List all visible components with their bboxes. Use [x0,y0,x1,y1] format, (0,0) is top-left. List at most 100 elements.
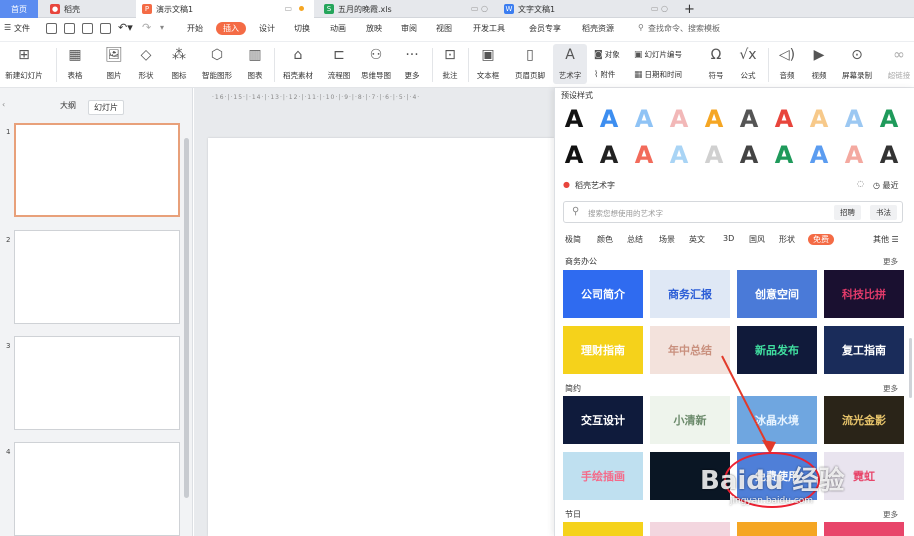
table-button[interactable]: ▦ 表格 [60,46,90,81]
slide-thumbnail-1[interactable] [14,123,180,217]
wordart-card[interactable] [650,522,730,536]
tab-outline[interactable]: 大纲 [60,100,76,111]
tab-controls-icon[interactable]: ▭ ○ [471,4,488,13]
wordart-preset-style[interactable]: A [734,104,764,134]
menu-file[interactable]: 文件 [14,23,30,34]
wordart-preset-style[interactable]: A [664,140,694,170]
wordart-preset-style[interactable]: A [594,140,624,170]
undo-icon[interactable]: ↶▾ [118,21,133,34]
more-link[interactable]: 更多 [883,509,898,520]
wordart-card[interactable]: 流光金影 [824,396,904,444]
more-button[interactable]: ··· 更多 [398,46,426,81]
wordart-preset-style[interactable]: A [839,104,869,134]
menu-docer-resources[interactable]: 稻壳资源 [582,23,614,34]
wordart-button[interactable]: A 艺术字 [553,44,587,84]
category-0[interactable]: 极简 [565,234,581,245]
audio-button[interactable]: ◁) 音频 [772,46,802,81]
smartart-button[interactable]: ⬡ 智能图形 [198,46,236,81]
category-4[interactable]: 英文 [689,234,705,245]
recruit-tag-button[interactable]: 招聘 [834,205,861,220]
shape-button[interactable]: ◇ 形状 [131,46,161,81]
picture-button[interactable]: 🖼 图片 [99,46,129,81]
thumbnail-scrollbar[interactable] [184,138,189,498]
redo-icon[interactable]: ↷ [142,21,151,34]
tab-controls-icon[interactable]: ▭ ○ [651,4,668,13]
wordart-card[interactable]: 理财指南 [563,326,643,374]
symbol-button[interactable]: Ω 符号 [702,46,730,81]
wordart-card[interactable]: 公司简介 [563,270,643,318]
flowchart-button[interactable]: ⊏ 流程图 [324,46,354,81]
chart-button[interactable]: ▥ 图表 [240,46,270,81]
header-footer-button[interactable]: ▯ 页眉页脚 [510,46,550,81]
menu-animation[interactable]: 动画 [330,23,346,34]
more-link[interactable]: 更多 [883,256,898,267]
slide-thumbnail-2[interactable] [14,230,180,324]
wordart-preset-style[interactable]: A [629,140,659,170]
calligraphy-tag-button[interactable]: 书法 [870,205,897,220]
wordart-card[interactable]: 手绘插画 [563,452,643,500]
menu-member[interactable]: 会员专享 [529,23,561,34]
screen-record-button[interactable]: ⊙ 屏幕录制 [838,46,876,81]
wordart-preset-style[interactable]: A [559,104,589,134]
wordart-card[interactable] [563,522,643,536]
menu-design[interactable]: 设计 [259,23,275,34]
hyperlink-button[interactable]: ∞ 超链接 [884,46,914,81]
icon-button[interactable]: ⁂ 图标 [164,46,194,81]
wordart-preset-style[interactable]: A [559,140,589,170]
category-7[interactable]: 形状 [779,234,795,245]
slide-number-button[interactable]: ▣ 幻灯片编号 [634,49,682,60]
wordart-preset-style[interactable]: A [804,140,834,170]
menu-view[interactable]: 视图 [436,23,452,34]
wordart-card[interactable]: 复工指南 [824,326,904,374]
more-link[interactable]: 更多 [883,383,898,394]
wordart-card[interactable]: 科技比拼 [824,270,904,318]
docer-material-button[interactable]: ⌂ 稻壳素材 [280,46,316,81]
menu-icon[interactable]: ☰ [4,23,11,32]
mindmap-button[interactable]: ⚇ 思维导图 [358,46,394,81]
category-1[interactable]: 颜色 [597,234,613,245]
wordart-preset-style[interactable]: A [804,104,834,134]
tab-spreadsheet[interactable]: S 五月的晚霞.xls ▭ ○ [318,0,496,18]
slide-editor[interactable] [208,138,554,536]
wordart-preset-style[interactable]: A [594,104,624,134]
menu-insert[interactable]: 插入 [216,22,246,35]
export-icon[interactable] [64,23,75,34]
wordart-preset-style[interactable]: A [769,104,799,134]
command-search[interactable]: 查找命令、搜索模板 [648,23,720,34]
wordart-preset-style[interactable]: A [874,140,904,170]
object-button[interactable]: ◙ 对象 [594,49,620,60]
panel-scrollbar[interactable] [909,338,912,398]
wordart-card[interactable] [824,522,904,536]
menu-review[interactable]: 审阅 [401,23,417,34]
preview-icon[interactable] [100,23,111,34]
attachment-button[interactable]: ⌇ 附件 [594,69,615,80]
formula-button[interactable]: √x 公式 [734,46,762,81]
new-slide-button[interactable]: ⊞ 新建幻灯片 [2,46,46,81]
collapse-panel-icon[interactable]: ‹ [2,100,5,109]
wordart-card[interactable]: 商务汇报 [650,270,730,318]
wordart-preset-style[interactable]: A [629,104,659,134]
category-5[interactable]: 3D [723,234,734,243]
menu-slideshow[interactable]: 放映 [366,23,382,34]
comment-button[interactable]: ⊡ 批注 [436,46,464,81]
wordart-preset-style[interactable]: A [734,140,764,170]
wordart-preset-style[interactable]: A [664,104,694,134]
menu-transition[interactable]: 切换 [294,23,310,34]
tab-slides[interactable]: 幻灯片 [88,100,124,115]
category-3[interactable]: 场景 [659,234,675,245]
textbox-button[interactable]: ▣ 文本框 [472,46,504,81]
recent-button[interactable]: ◷ 最近 [873,180,899,191]
category-6[interactable]: 国风 [749,234,765,245]
feedback-icon[interactable]: ◌ [857,179,864,188]
wordart-preset-style[interactable]: A [839,140,869,170]
save-icon[interactable] [46,23,57,34]
category-2[interactable]: 总结 [627,234,643,245]
wordart-preset-style[interactable]: A [699,140,729,170]
wordart-preset-style[interactable]: A [699,104,729,134]
print-icon[interactable] [82,23,93,34]
menu-home[interactable]: 开始 [187,23,203,34]
datetime-button[interactable]: ▦ 日期和时间 [634,69,682,80]
tab-docer[interactable]: ● 稻壳 [44,0,134,18]
wordart-card[interactable]: 创意空间 [737,270,817,318]
wordart-search-box[interactable]: ⚲ 搜索您想使用的艺术字 招聘 书法 [563,201,903,223]
